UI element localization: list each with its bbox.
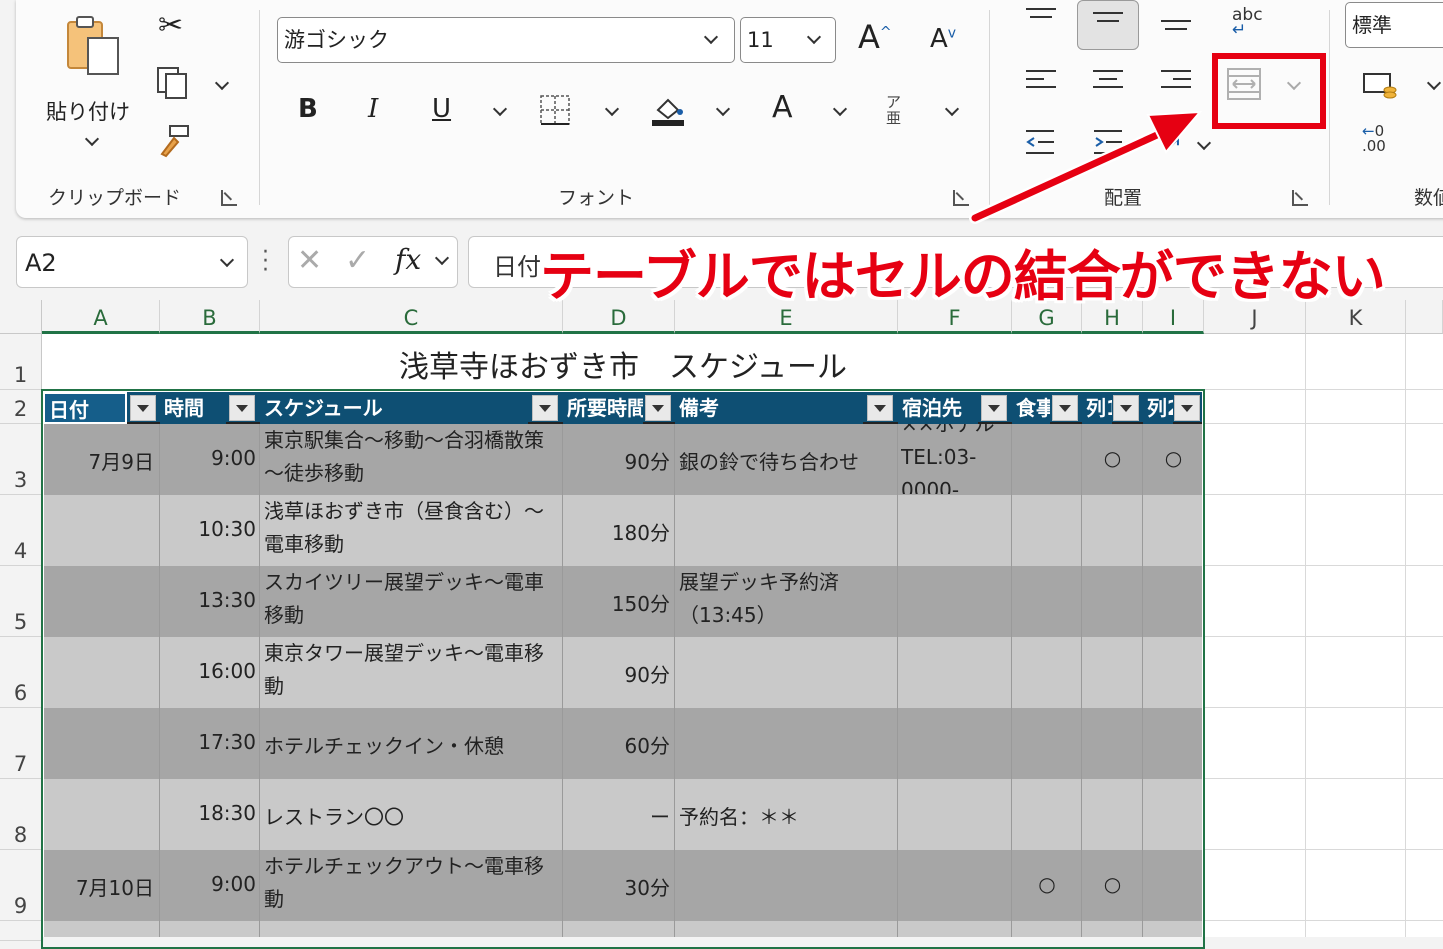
column-header-c[interactable]: C	[260, 300, 563, 334]
table-selection-border	[41, 389, 1205, 949]
annotation-text: テーブルではセルの結合ができない	[540, 245, 1386, 308]
column-header-l[interactable]	[1406, 300, 1443, 334]
row-header-9[interactable]: 9	[0, 850, 42, 921]
row-header-10[interactable]	[0, 921, 42, 941]
row-header-7[interactable]: 7	[0, 708, 42, 779]
sheet-title[interactable]: 浅草寺ほおずき市 スケジュール	[44, 342, 1202, 386]
row-header-6[interactable]: 6	[0, 637, 42, 708]
row-header-8[interactable]: 8	[0, 779, 42, 850]
row-header-3[interactable]: 3	[0, 424, 42, 495]
row-header-5[interactable]: 5	[0, 566, 42, 637]
row-header-4[interactable]: 4	[0, 495, 42, 566]
column-header-b[interactable]: B	[160, 300, 260, 334]
column-header-a[interactable]: A	[42, 300, 160, 334]
row-header-1[interactable]: 1	[0, 334, 42, 390]
row-header-2[interactable]: 2	[0, 390, 42, 424]
worksheet-grid[interactable]: A B C D E F G H I J K 1 2 3 4 5 6 7 8 9 …	[0, 300, 1443, 949]
select-all-corner[interactable]	[0, 300, 42, 334]
